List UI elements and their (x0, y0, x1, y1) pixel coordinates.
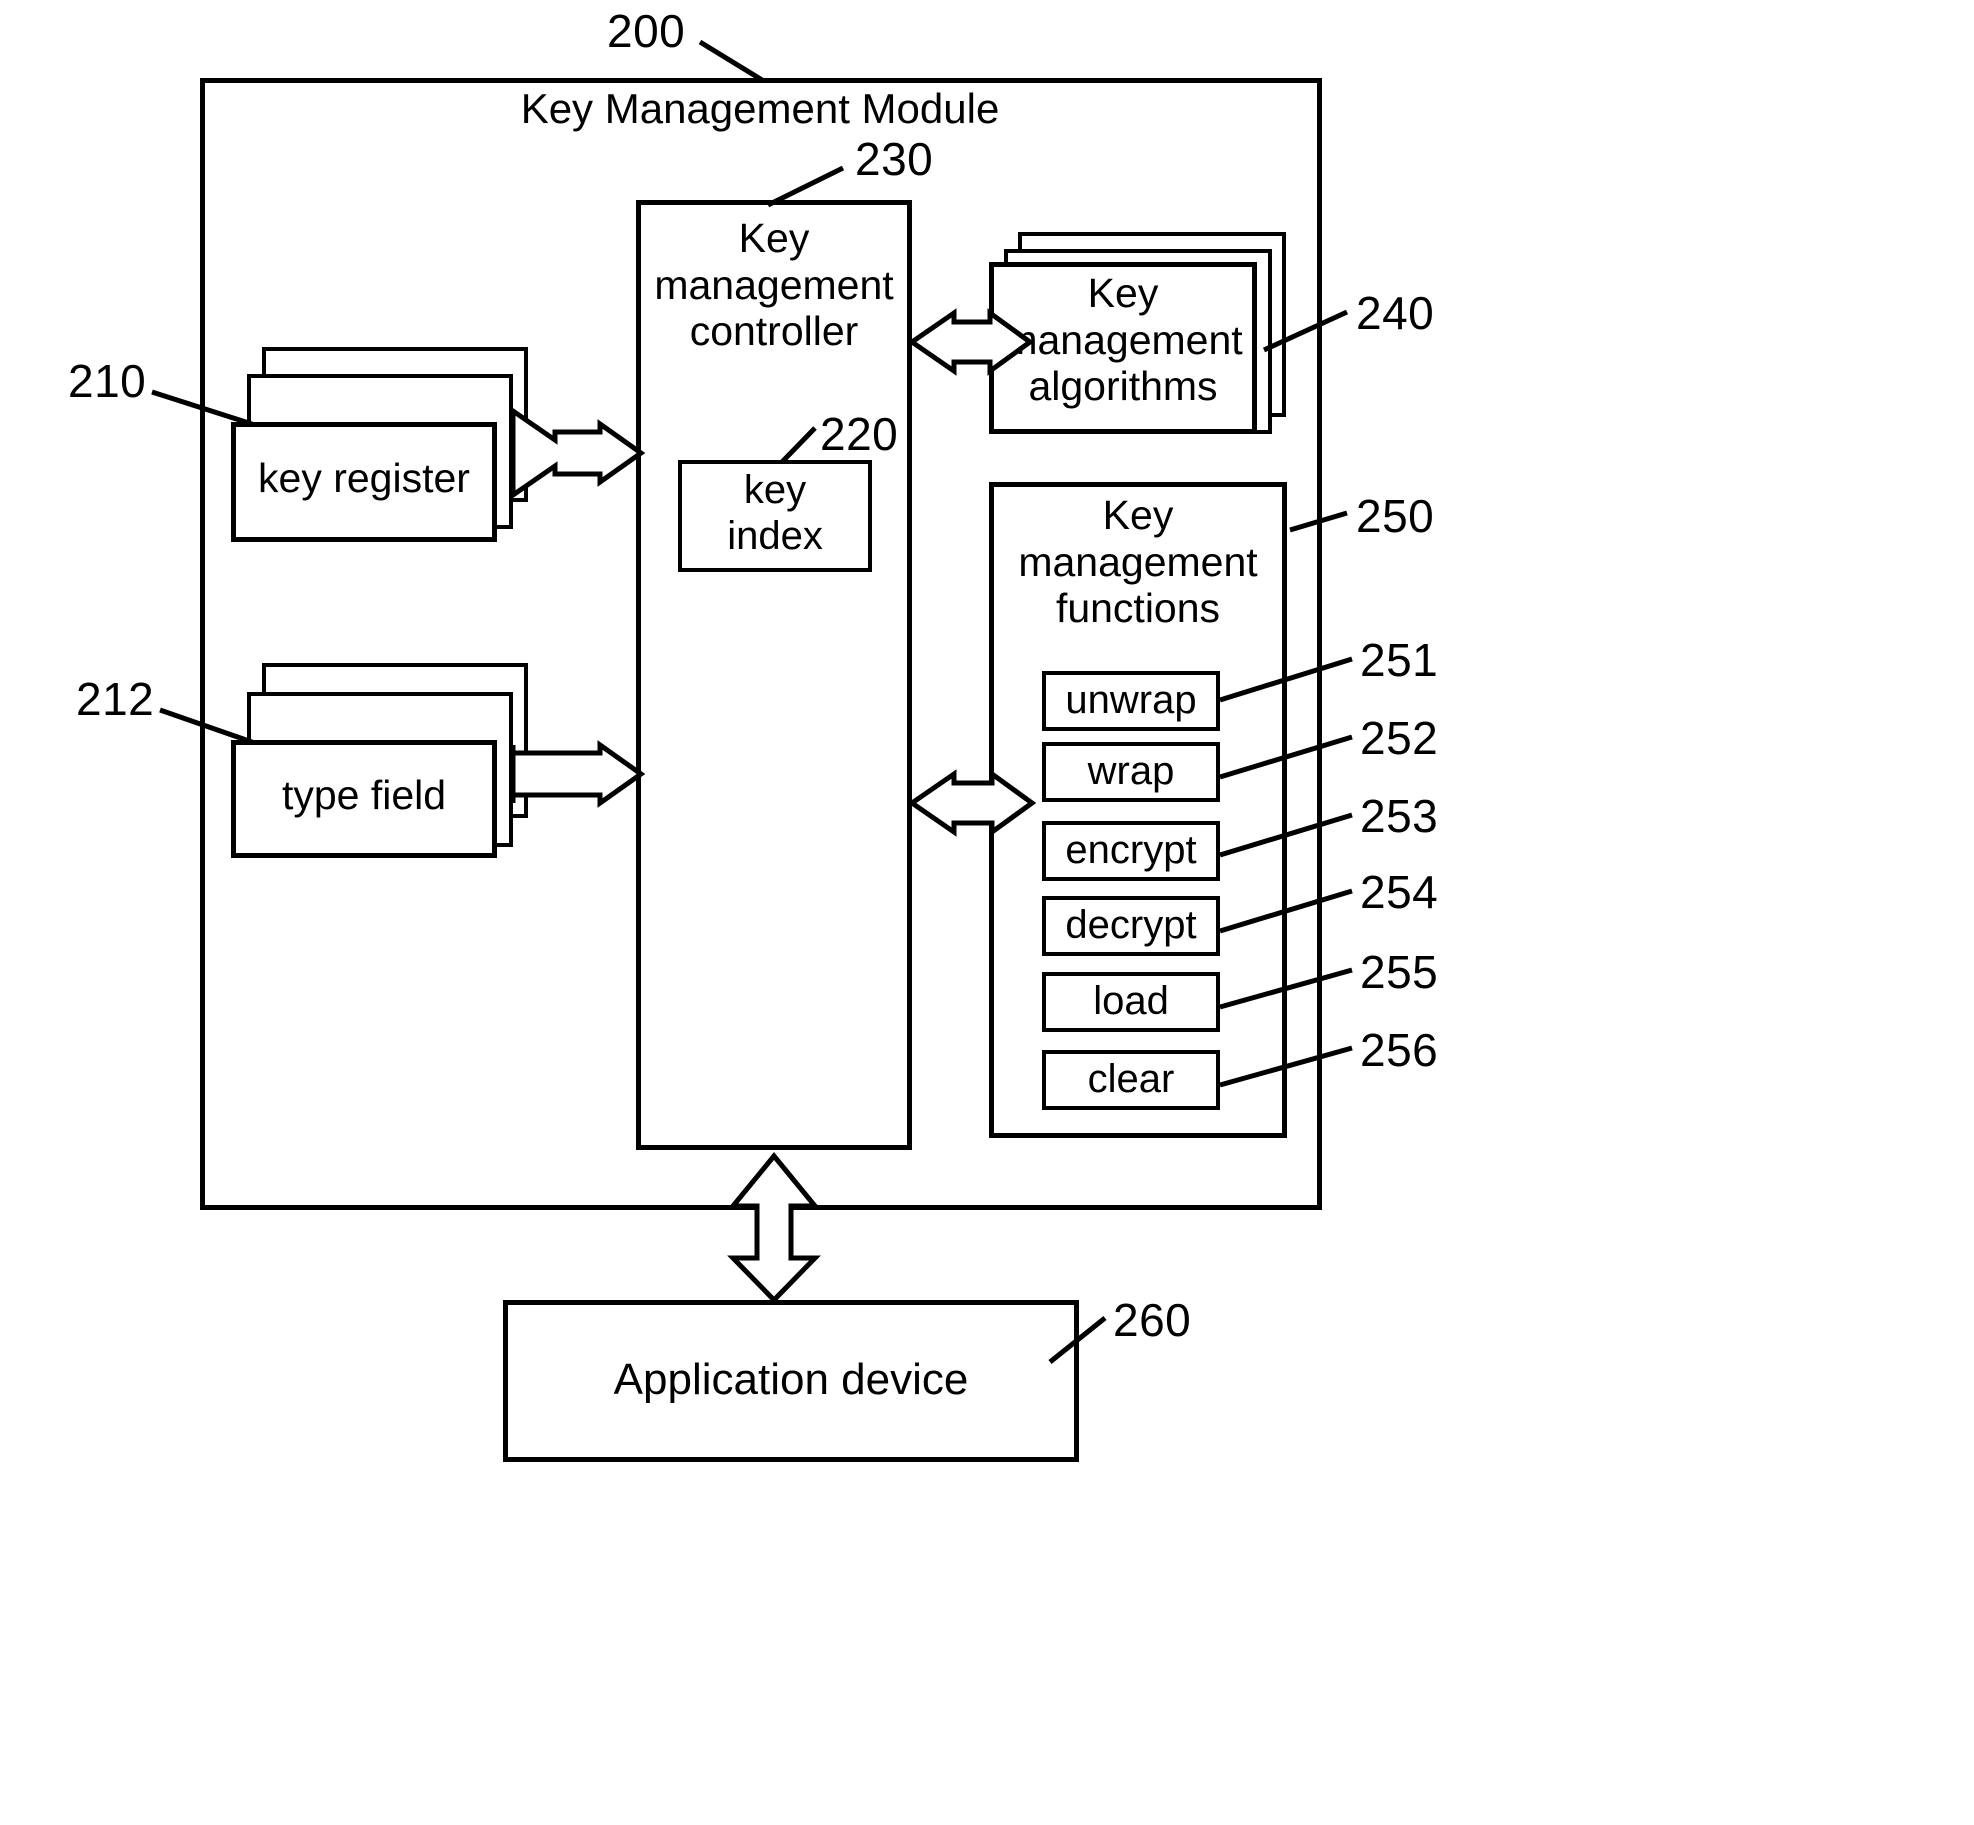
ref-240: 240 (1356, 287, 1435, 339)
function-item-load-label: load (1093, 979, 1169, 1024)
ref-260: 260 (1113, 1294, 1192, 1346)
ref-256: 256 (1360, 1024, 1439, 1076)
function-item-clear-label: clear (1087, 1057, 1175, 1102)
ref-210: 210 (68, 355, 147, 407)
leader-200 (698, 39, 764, 83)
type-field-title: type field (281, 772, 447, 818)
function-item-wrap: wrap (1042, 742, 1220, 802)
ref-200: 200 (607, 5, 686, 57)
ref-252: 252 (1360, 712, 1439, 764)
ref-212: 212 (76, 673, 155, 725)
function-item-decrypt-label: decrypt (1065, 903, 1197, 948)
application-device-title: Application device (613, 1355, 969, 1404)
function-item-encrypt-label: encrypt (1065, 828, 1197, 873)
ref-220: 220 (820, 408, 899, 460)
function-item-unwrap: unwrap (1042, 671, 1220, 731)
ref-250: 250 (1356, 490, 1435, 542)
function-item-wrap-label: wrap (1087, 749, 1175, 794)
function-item-load: load (1042, 972, 1220, 1032)
ref-251: 251 (1360, 634, 1439, 686)
key-register-title: key register (258, 455, 470, 501)
ref-254: 254 (1360, 866, 1439, 918)
key-management-functions-title: Key management functions (1018, 492, 1258, 632)
ref-230: 230 (855, 133, 934, 185)
ref-255: 255 (1360, 946, 1439, 998)
function-item-encrypt: encrypt (1042, 821, 1220, 881)
function-item-decrypt: decrypt (1042, 896, 1220, 956)
function-item-unwrap-label: unwrap (1065, 678, 1197, 723)
key-management-algorithms-title: Key management algorithms (1003, 270, 1243, 410)
ref-253: 253 (1360, 790, 1439, 842)
function-item-clear: clear (1042, 1050, 1220, 1110)
key-management-module-title: Key Management Module (520, 85, 1000, 132)
key-management-controller-title: Key management controller (654, 215, 894, 355)
key-index-title: key index (727, 468, 823, 558)
patent-figure: Key Management Module 200 Key management… (0, 0, 1974, 1825)
